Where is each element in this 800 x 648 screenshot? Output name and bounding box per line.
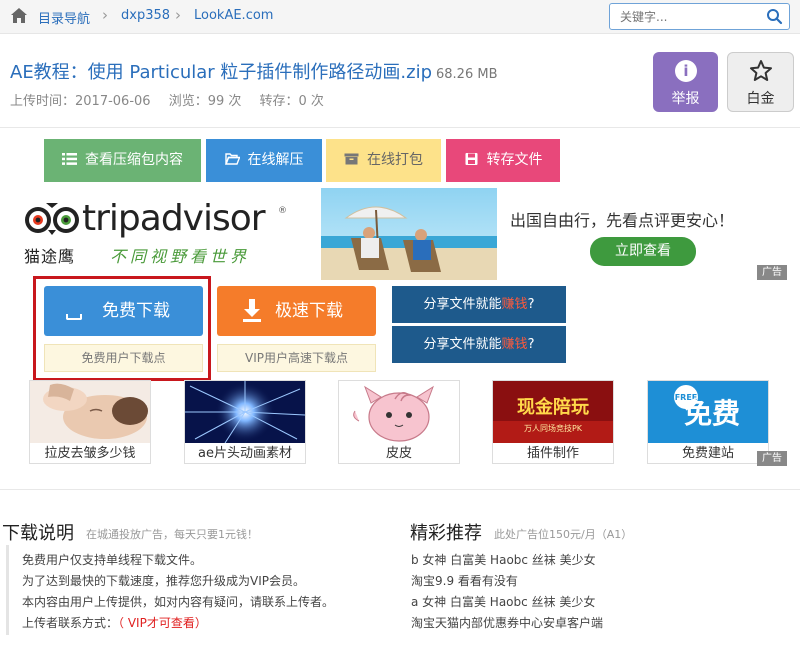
save-file-label: 转存文件 [486,152,543,168]
thumb-caption: 插件制作 [526,446,579,461]
search-box [609,3,790,30]
tripadvisor-logo[interactable]: tripadvisor ® 猫途鹰 不同视野看世界 [24,198,294,268]
cash-game-banner: 现金陪玩 万人同场竞技PK [493,381,613,443]
view-count: 浏览：99 次 [168,94,242,109]
unzip-online-button[interactable]: 在线解压 [206,139,322,182]
unzip-online-label: 在线解压 [247,152,304,168]
ad-text: 出国自由行，先看点评更安心！ [510,211,735,230]
uploader-contact: 上传者联系方式：（ VIP才可查看） [22,614,207,631]
divider [0,127,800,128]
spa-face-image [30,381,150,443]
registered-mark: ® [278,206,287,216]
thumb-caption: 皮皮 [385,446,412,461]
owl-logo-icon [25,203,79,235]
ad-thumb-facelift[interactable]: 拉皮去皱多少钱 [29,380,151,464]
recommend-item[interactable]: 淘宝9.9 看看有没有 [411,572,518,589]
vip-only-link[interactable]: （ VIP才可查看） [118,616,207,630]
share-suffix: ? [527,297,535,312]
pack-online-label: 在线打包 [367,152,423,168]
tripadvisor-slogan: 不同视野看世界 [110,247,251,266]
save-file-button[interactable]: 转存文件 [446,139,560,182]
share-earn-highlight: 赚钱 [501,297,528,312]
archive-icon [344,153,359,165]
ad-tag: 广告 [757,451,787,466]
free-download-button[interactable]: 免费下载 [44,286,203,336]
tripadvisor-cn-name: 猫途鹰 [24,247,76,266]
free-banner: FREE 免费 [648,381,768,443]
instruction-line: 本内容由用户上传提供，如对内容有疑问，请联系上传者。 [22,595,335,609]
banner-headline: 现金陪玩 [517,396,589,418]
share-text: 分享文件就能 [423,337,502,352]
share-text: 分享文件就能 [423,297,502,312]
share-earn-highlight: 赚钱 [501,337,528,352]
free-download-point[interactable]: 免费用户下载点 [44,344,203,372]
divider [0,489,800,490]
view-contents-label: 查看压缩包内容 [85,152,183,168]
file-title: AE教程：使用 Particular 粒子插件制作路径动画.zip [10,62,432,83]
download-arrow-icon [243,299,261,322]
share-suffix: ? [527,337,535,352]
quote-bar [6,545,9,635]
beach-chairs-image[interactable] [321,188,497,280]
breadcrumb-separator: › [102,6,108,24]
tripadvisor-wordmark: tripadvisor [82,198,266,239]
folder-open-icon [224,153,240,165]
free-download-label: 免费下载 [102,301,170,321]
thumb-caption: ae片头动画素材 [198,446,292,461]
banner-subline: 万人同场竞技PK [524,423,583,433]
ad-thumb-free-site[interactable]: FREE 免费 免费建站 [647,380,769,464]
platinum-label: 白金 [746,91,775,107]
list-icon [62,153,77,165]
fast-download-label: 极速下载 [275,301,343,321]
top-nav-bar: 目录导航 › dxp358 › LookAE.com [0,0,800,34]
share-earn-button-2[interactable]: 分享文件就能赚钱? [392,326,566,363]
report-label: 举报 [671,91,700,107]
recommend-item[interactable]: b 女神 白富美 Haobc 丝袜 美少女 [411,551,596,568]
contact-label: 上传者联系方式： [22,616,119,630]
save-icon [465,153,477,165]
download-instructions-title: 下载说明 [2,523,74,544]
particle-burst-image [185,381,305,443]
instruction-line: 为了达到最快的下载速度，推荐您升级成为VIP会员。 [22,574,305,588]
breadcrumb-directory[interactable]: 目录导航 [38,8,90,27]
platinum-button[interactable]: 白金 [727,52,794,112]
recommend-title: 精彩推荐 [410,523,482,544]
upload-time: 上传时间：2017-06-06 [10,94,151,109]
file-meta: 上传时间：2017-06-06 浏览：99 次 转存：0 次 [10,90,338,109]
view-contents-button[interactable]: 查看压缩包内容 [44,139,201,182]
ad-promo-note[interactable]: 在城通投放广告，每天只要1元钱！ [86,526,258,542]
breadcrumb-site[interactable]: LookAE.com [194,8,273,23]
instruction-line: 免费用户仅支持单线程下载文件。 [22,553,203,567]
download-tray-icon [66,314,82,320]
recommend-item[interactable]: 淘宝天猫内部优惠券中心安卓客户端 [411,614,603,631]
save-count: 转存：0 次 [259,94,324,109]
ad-thumb-ae-intro[interactable]: ae片头动画素材 [184,380,306,464]
share-earn-button-1[interactable]: 分享文件就能赚钱? [392,286,566,323]
pack-online-button[interactable]: 在线打包 [326,139,441,182]
breadcrumb-user[interactable]: dxp358 [121,8,170,23]
ad-thumb-pipi[interactable]: 皮皮 [338,380,460,464]
home-icon[interactable] [10,7,28,25]
thumb-caption: 拉皮去皱多少钱 [44,446,136,461]
star-icon [750,60,772,81]
vip-download-point[interactable]: VIP用户高速下载点 [217,344,376,372]
info-icon: i [675,60,697,82]
ad-slot-note: 此处广告位150元/月（A1） [494,528,633,541]
thumb-caption: 免费建站 [681,446,734,461]
report-button[interactable]: i 举报 [653,52,718,112]
fast-download-button[interactable]: 极速下载 [217,286,376,336]
pink-character-image [339,381,459,443]
file-size: 68.26 MB [436,67,498,82]
search-icon[interactable] [766,8,783,25]
recommend-item[interactable]: a 女神 白富美 Haobc 丝袜 美少女 [411,593,595,610]
ad-tag: 广告 [757,265,787,280]
ad-thumb-plugin[interactable]: 现金陪玩 万人同场竞技PK 插件制作 [492,380,614,464]
free-headline: 免费 [684,397,740,430]
search-input[interactable] [610,4,760,29]
file-title-row: AE教程：使用 Particular 粒子插件制作路径动画.zip 68.26 M… [10,58,497,84]
ad-cta-button[interactable]: 立即查看 [590,237,696,266]
breadcrumb-separator: › [175,6,181,24]
